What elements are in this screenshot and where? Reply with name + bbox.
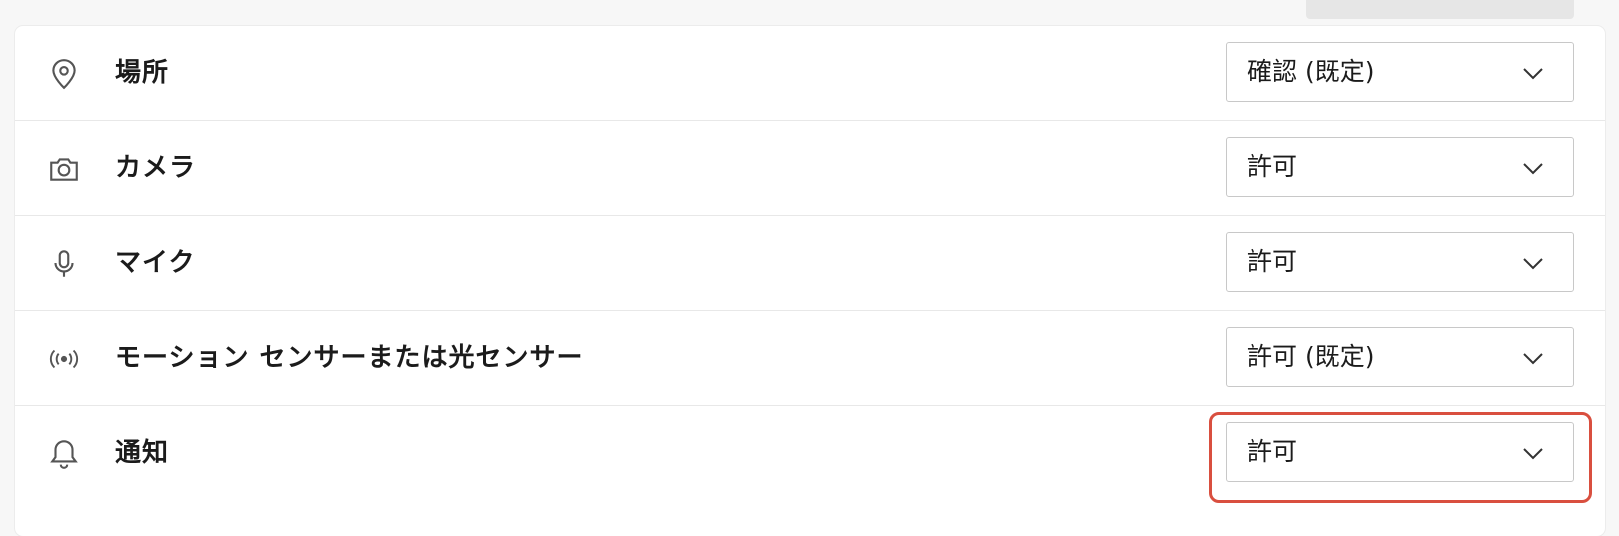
- bell-icon: [47, 437, 81, 471]
- motion-sensor-permission-select[interactable]: 許可 (既定): [1226, 327, 1574, 387]
- select-value: 許可: [1247, 152, 1298, 181]
- microphone-permission-select[interactable]: 許可: [1226, 232, 1574, 292]
- location-permission-select[interactable]: 確認 (既定): [1226, 42, 1574, 102]
- permission-row-microphone: マイク 許可: [15, 216, 1605, 311]
- permission-label: モーション センサーまたは光センサー: [115, 343, 584, 373]
- select-value: 許可: [1247, 437, 1298, 466]
- camera-permission-select[interactable]: 許可: [1226, 137, 1574, 197]
- chevron-down-icon: [1521, 346, 1545, 370]
- top-button-stub: [1306, 0, 1574, 19]
- site-permissions-card: 場所 確認 (既定) カメラ 許可 マイク 許可 モーション センサーまたは光セ…: [15, 26, 1605, 536]
- permission-label: 通知: [115, 438, 170, 468]
- chevron-down-icon: [1521, 441, 1545, 465]
- chevron-down-icon: [1521, 251, 1545, 275]
- permission-label: 場所: [115, 58, 170, 88]
- microphone-icon: [47, 247, 81, 281]
- permission-row-camera: カメラ 許可: [15, 121, 1605, 216]
- permission-row-notifications: 通知 許可: [15, 406, 1605, 501]
- chevron-down-icon: [1521, 156, 1545, 180]
- select-value: 許可: [1247, 247, 1298, 276]
- camera-icon: [47, 152, 81, 186]
- select-value: 確認 (既定): [1247, 57, 1375, 86]
- permission-row-motion-sensor: モーション センサーまたは光センサー 許可 (既定): [15, 311, 1605, 406]
- permission-row-location: 場所 確認 (既定): [15, 26, 1605, 121]
- chevron-down-icon: [1521, 61, 1545, 85]
- permission-label: マイク: [115, 248, 196, 278]
- location-pin-icon: [47, 57, 81, 91]
- select-value: 許可 (既定): [1247, 342, 1375, 371]
- notifications-permission-select[interactable]: 許可: [1226, 422, 1574, 482]
- permission-label: カメラ: [115, 153, 197, 183]
- motion-sensor-icon: [47, 342, 81, 376]
